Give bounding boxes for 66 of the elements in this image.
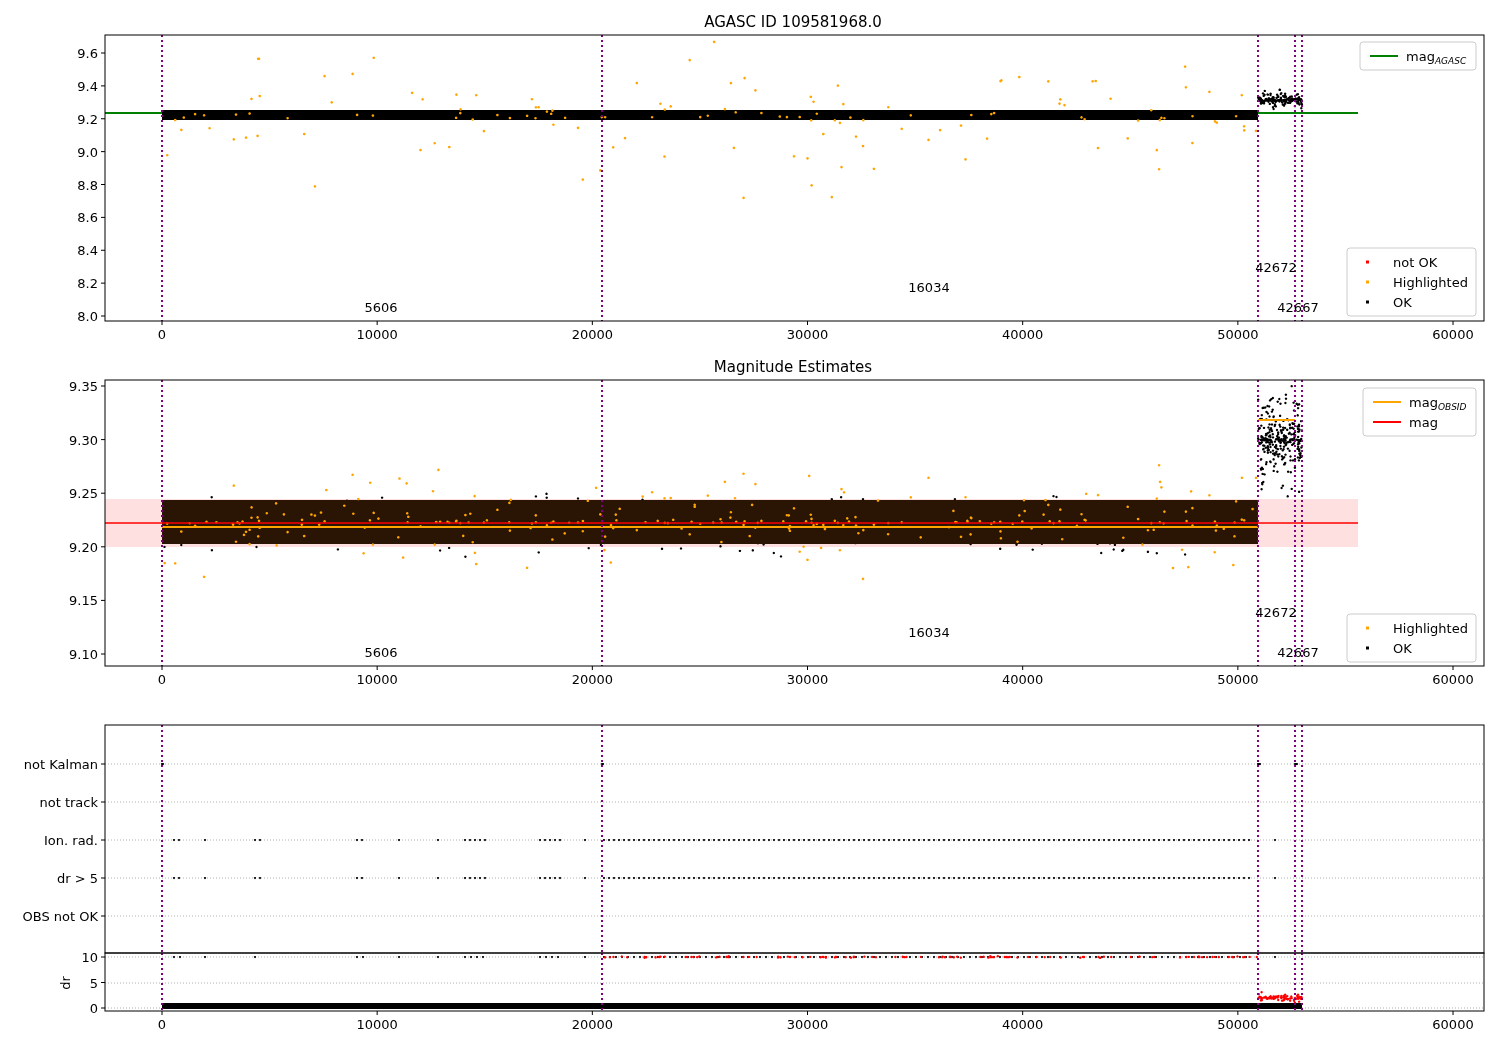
x-tick-label: 0 — [157, 672, 167, 687]
ok-points — [1257, 88, 1304, 111]
y-tick-label: 9.30 — [69, 432, 98, 448]
x-tick-label: 10000 — [356, 1017, 398, 1032]
annotation-label: 42672 — [1255, 605, 1297, 620]
y-tick-label: Ion. rad. — [44, 833, 98, 848]
x-tick-label: 20000 — [571, 1017, 613, 1032]
x-tick-label: 10000 — [356, 327, 398, 342]
legend-label: Highlighted — [1393, 275, 1468, 290]
x-tick-label: 40000 — [1002, 1017, 1044, 1032]
legend-label: not OK — [1393, 255, 1438, 270]
annotation-label: 42672 — [1255, 260, 1297, 275]
plot-title: Magnitude Estimates — [713, 358, 873, 376]
y-tick-label: 9.20 — [69, 539, 98, 555]
legend-label: Highlighted — [1393, 621, 1468, 636]
x-tick-label: 20000 — [571, 327, 613, 342]
x-tick-label: 50000 — [1217, 672, 1259, 687]
x-tick-label: 30000 — [786, 327, 829, 342]
y-tick-label: 8.8 — [77, 177, 98, 193]
y-tick-label: not track — [39, 795, 98, 810]
x-tick-label: 40000 — [1002, 672, 1044, 687]
y-tick-label: 9.2 — [77, 111, 98, 127]
annotation-label: 42667 — [1277, 300, 1319, 315]
y-tick-label: 9.4 — [77, 78, 98, 94]
annotation-label: 16034 — [908, 280, 950, 295]
not-ok-points — [1257, 991, 1304, 1004]
x-tick-label: 60000 — [1432, 1017, 1474, 1032]
x-tick-label: 60000 — [1432, 327, 1474, 342]
y-tick-label: 10 — [81, 950, 98, 965]
x-tick-label: 0 — [157, 327, 167, 342]
x-tick-label: 10000 — [356, 672, 398, 687]
y-tick-label: 9.6 — [77, 46, 98, 61]
y-tick-label: dr > 5 — [56, 871, 98, 886]
y-tick-label: 8.4 — [77, 243, 98, 259]
x-tick-label: 30000 — [786, 1017, 829, 1032]
x-tick-label: 0 — [157, 1017, 167, 1032]
y-tick-label: 9.15 — [69, 593, 98, 609]
x-tick-label: 30000 — [786, 672, 829, 687]
x-tick-label: 60000 — [1432, 672, 1474, 687]
y-tick-label: 9.0 — [77, 144, 98, 160]
legend-label: OK — [1393, 641, 1412, 656]
axis-label: dr — [58, 976, 73, 990]
y-tick-label: 9.25 — [69, 486, 98, 502]
y-tick-label: 8.2 — [77, 276, 98, 292]
legend-label: mag — [1409, 415, 1438, 430]
legend-label: mag$_{OBSID}$ — [1409, 395, 1467, 412]
annotation-label: 16034 — [908, 625, 950, 640]
y-tick-label: 0 — [89, 1001, 98, 1016]
y-tick-label: 8.6 — [77, 210, 98, 226]
y-tick-label: OBS not OK — [22, 909, 98, 924]
x-tick-label: 50000 — [1217, 1017, 1259, 1032]
y-tick-label: 5 — [89, 975, 98, 991]
legend-label: OK — [1393, 295, 1412, 310]
y-tick-label: 8.0 — [77, 309, 98, 324]
y-tick-label: not Kalman — [23, 757, 98, 772]
estimate-line — [1257, 419, 1296, 421]
y-tick-label: 9.10 — [69, 647, 98, 662]
legend-label: mag$_{AGASC}$ — [1406, 49, 1467, 66]
annotation-label: 5606 — [364, 300, 398, 315]
plot-title: AGASC ID 109581968.0 — [704, 13, 882, 31]
x-tick-label: 50000 — [1217, 327, 1259, 342]
y-tick-label: 9.35 — [69, 379, 98, 394]
x-tick-label: 40000 — [1002, 327, 1044, 342]
x-tick-label: 20000 — [571, 672, 613, 687]
annotation-label: 5606 — [364, 645, 398, 660]
annotation-label: 42667 — [1277, 645, 1319, 660]
